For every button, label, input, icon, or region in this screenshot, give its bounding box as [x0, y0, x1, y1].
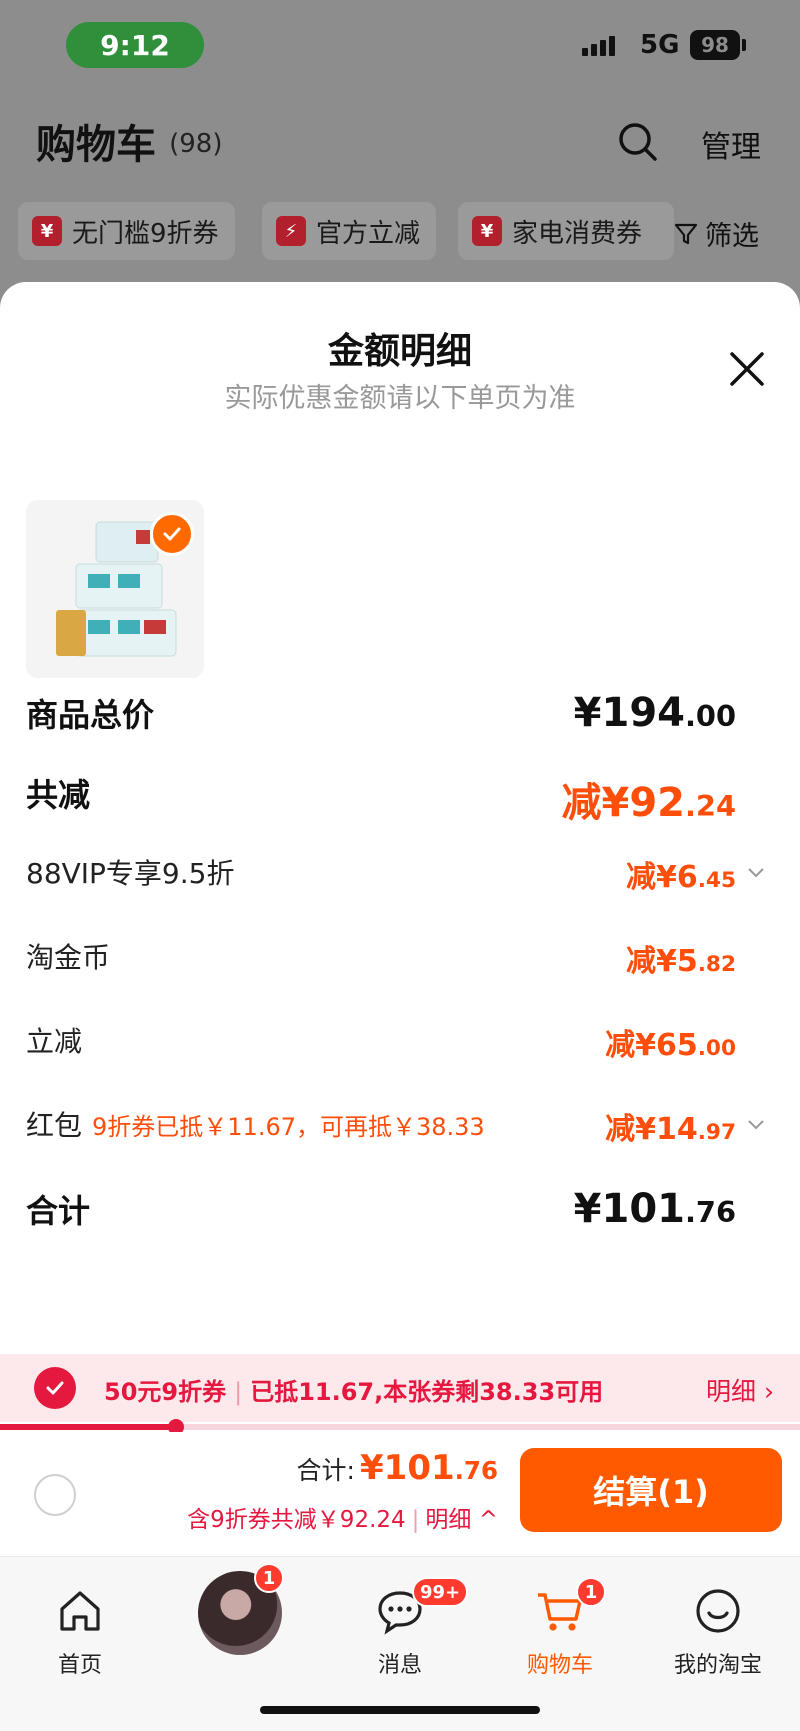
sheet-subtitle: 实际优惠金额请以下单页为准 — [224, 383, 576, 414]
chip-label: 无门槛9折券 — [72, 218, 219, 249]
chip-official-discount[interactable]: ⚡ 官方立减 — [262, 202, 437, 260]
chip-appliance-voucher[interactable]: ¥ 家电消费券 — [458, 202, 674, 260]
tab-cart[interactable]: 购物车 1 — [490, 1577, 630, 1679]
select-all-checkbox[interactable] — [34, 1474, 76, 1516]
row-value: ¥194.00 — [573, 690, 736, 736]
row-label: 红包 9折券已抵￥11.67，可再抵￥38.33 — [26, 1109, 485, 1142]
coupon-message: 已抵11.67,本张券剩38.33可用 — [250, 1378, 604, 1406]
smile-icon — [696, 1589, 740, 1633]
filter-icon — [674, 223, 698, 244]
row-label: 合计 — [26, 1192, 91, 1230]
checkout-bar: 合计: ¥101.76 含9折券共减￥92.24 | 明细 ^ 结算(1) — [0, 1432, 800, 1556]
amount-detail-sheet: 金额明细 实际优惠金额请以下单页为准 商品总价 ¥194.00 共减 减¥92.… — [0, 282, 800, 1731]
checkout-total: 合计: ¥101.76 — [296, 1448, 498, 1488]
filter-button[interactable]: 筛选 — [673, 214, 759, 253]
signal-icon — [582, 36, 615, 56]
dimmed-cart-page: 9:12 5G 98 购物车 (98) 管理 ¥ 无门槛9折券 ⚡ 官方立减 ¥… — [0, 0, 800, 300]
row-value: 减¥14.97 — [605, 1112, 736, 1147]
checkout-button[interactable]: 结算(1) — [520, 1448, 782, 1532]
message-badge: 99+ — [412, 1577, 469, 1607]
row-label: 立减 — [26, 1025, 83, 1058]
chip-label: 官方立减 — [316, 218, 421, 249]
red-packet-note: 9折券已抵￥11.67，可再抵￥38.33 — [92, 1113, 485, 1141]
chip-label: 家电消费券 — [512, 218, 643, 249]
row-value: 减¥65.00 — [605, 1028, 736, 1063]
chip-no-threshold-coupon[interactable]: ¥ 无门槛9折券 — [18, 202, 235, 260]
promo-chip-row: ¥ 无门槛9折券 ⚡ 官方立减 ¥ 家电消费券 筛选 — [18, 202, 788, 260]
tab-label: 我的淘宝 — [673, 1653, 762, 1678]
row-value: 减¥92.24 — [561, 780, 736, 826]
status-bar: 9:12 5G 98 — [0, 22, 800, 72]
tab-messages[interactable]: 消息 99+ — [330, 1577, 470, 1679]
row-label: 商品总价 — [26, 696, 155, 734]
network-label: 5G — [640, 30, 680, 60]
status-time: 9:12 — [66, 22, 204, 68]
battery-tip — [742, 39, 746, 51]
checkout-total-label: 合计: — [296, 1456, 355, 1485]
checkout-discount-text: 含9折券共减￥92.24 — [187, 1507, 406, 1533]
row-label: 共减 — [26, 776, 91, 814]
coupon-name: 50元9折券 — [104, 1378, 227, 1406]
row-88vip[interactable]: 88VIP专享9.5折 减¥6.45 — [26, 852, 766, 902]
sheet-title: 金额明细 — [327, 331, 472, 372]
tab-home[interactable]: 首页 — [10, 1585, 150, 1679]
page-title: 购物车 — [36, 122, 156, 168]
cart-header: 购物车 (98) 管理 — [36, 112, 766, 172]
chevron-down-icon[interactable] — [746, 1114, 766, 1134]
tab-label: 购物车 — [526, 1653, 593, 1678]
coupon-progress-fill — [0, 1424, 176, 1430]
tab-label: 消息 — [377, 1653, 422, 1678]
row-label: 淘金币 — [26, 941, 111, 974]
row-value: 减¥5.82 — [625, 944, 736, 979]
home-icon — [60, 1591, 100, 1631]
lightning-icon: ⚡ — [276, 216, 306, 246]
manage-button[interactable]: 管理 — [701, 122, 761, 166]
cart-count: (98) — [169, 129, 223, 159]
coupon-check-icon[interactable] — [34, 1367, 76, 1409]
avatar-badge: 1 — [254, 1563, 284, 1593]
product-selected-check-icon[interactable] — [150, 512, 194, 556]
yen-icon: ¥ — [32, 216, 62, 246]
row-value: ¥101.76 — [573, 1186, 736, 1232]
row-grand-total: 合计 ¥101.76 — [26, 1186, 766, 1236]
coupon-progress — [0, 1419, 800, 1435]
search-icon[interactable] — [616, 120, 660, 164]
row-subtotal: 商品总价 ¥194.00 — [26, 690, 766, 740]
checkout-total-value: ¥101.76 — [360, 1448, 498, 1488]
checkout-detail-link[interactable]: 明细 ^ — [425, 1507, 498, 1533]
coupon-detail-link[interactable]: 明细 › — [706, 1372, 774, 1408]
coupon-bar[interactable]: 50元9折券 | 已抵11.67,本张券剩38.33可用 明细 › — [0, 1354, 800, 1422]
row-label: 88VIP专享9.5折 — [26, 857, 235, 890]
row-value: 减¥6.45 — [625, 860, 736, 895]
tab-my-taobao[interactable]: 我的淘宝 — [648, 1585, 788, 1679]
row-taojinbi: 淘金币 减¥5.82 — [26, 936, 766, 986]
row-red-packet[interactable]: 红包 9折券已抵￥11.67，可再抵￥38.33 减¥14.97 — [26, 1104, 766, 1154]
tab-label: 首页 — [57, 1653, 102, 1678]
coupon-text: 50元9折券 | 已抵11.67,本张券剩38.33可用 — [104, 1378, 604, 1406]
row-instant-discount: 立减 减¥65.00 — [26, 1020, 766, 1070]
chevron-down-icon[interactable] — [746, 862, 766, 882]
cart-badge: 1 — [576, 1577, 606, 1607]
battery-icon: 98 — [690, 30, 740, 60]
yen-icon: ¥ — [472, 216, 502, 246]
bottom-tab-bar: 首页 1 消息 99+ 购物车 1 我的淘宝 — [0, 1556, 800, 1731]
row-total-reduction: 共减 减¥92.24 — [26, 770, 766, 826]
home-indicator — [260, 1706, 540, 1714]
close-icon[interactable] — [724, 346, 770, 392]
checkout-discount: 含9折券共减￥92.24 | 明细 ^ — [187, 1507, 498, 1533]
filter-label: 筛选 — [705, 221, 759, 252]
